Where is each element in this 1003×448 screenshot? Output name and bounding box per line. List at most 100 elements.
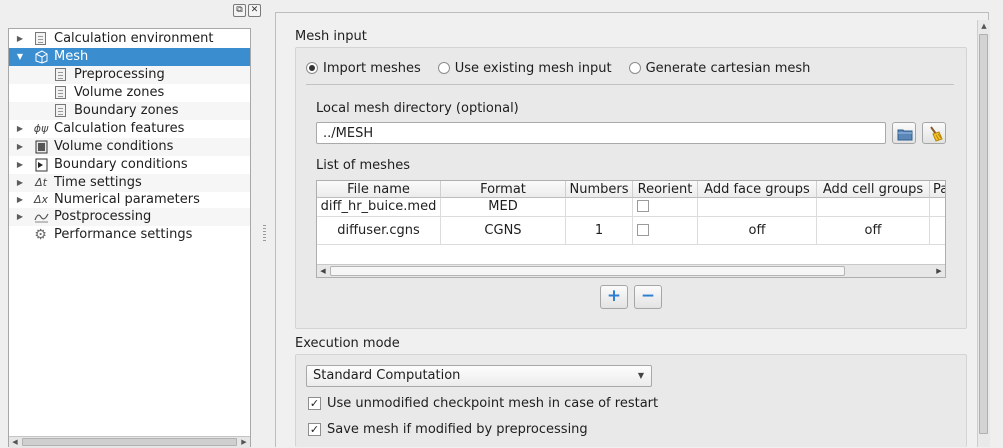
column-header-format[interactable]: Format	[441, 181, 566, 198]
expand-arrow-icon[interactable]: ▶	[15, 208, 25, 226]
tree-item-label: Numerical parameters	[54, 192, 200, 207]
import-meshes-radio[interactable]: Import meshes	[306, 61, 421, 76]
scroll-right-icon[interactable]: ▶	[238, 437, 250, 448]
unmodified-checkpoint-checkbox[interactable]: ✓ Use unmodified checkpoint mesh in case…	[308, 395, 658, 411]
tree-item-mesh[interactable]: ▼ Mesh	[9, 48, 250, 66]
collapse-arrow-icon[interactable]: ▼	[15, 48, 25, 66]
table-cell-format[interactable]: MED	[441, 198, 566, 217]
mesh-cube-icon	[34, 50, 49, 64]
save-mesh-checkbox[interactable]: ✓ Save mesh if modified by preprocessing	[308, 421, 588, 437]
delta-x-icon: Δx	[33, 193, 49, 206]
tree-item-label: Volume zones	[74, 85, 165, 100]
mesh-table: File name Format Numbers Reorient Add fa…	[316, 180, 946, 278]
tree-item-performance-settings[interactable]: ⚙ Performance settings	[9, 226, 250, 244]
column-header-reorient[interactable]: Reorient	[633, 181, 698, 198]
radio-label: Generate cartesian mesh	[645, 60, 811, 76]
tree-item-preprocessing[interactable]: Preprocessing	[9, 66, 250, 84]
panel-vertical-scrollbar[interactable]: ▲	[977, 20, 990, 447]
column-header-add-cell-groups[interactable]: Add cell groups	[817, 181, 930, 198]
tree-item-calculation-features[interactable]: ▶ ϕψ Calculation features	[9, 120, 250, 138]
tree-item-boundary-conditions[interactable]: ▶ Boundary conditions	[9, 156, 250, 174]
expand-arrow-icon[interactable]: ▶	[15, 120, 25, 138]
table-cell-reorient	[633, 198, 698, 217]
column-header-add-face-groups[interactable]: Add face groups	[698, 181, 817, 198]
chevron-down-icon: ▼	[637, 371, 644, 380]
checkmark-icon: ✓	[308, 396, 321, 410]
expand-arrow-icon[interactable]: ▶	[15, 138, 25, 156]
reorient-checkbox[interactable]	[637, 199, 649, 212]
add-mesh-button[interactable]: +	[600, 285, 628, 309]
table-cell-truncated	[930, 217, 945, 245]
table-cell-file[interactable]: diffuser.cgns	[317, 217, 441, 245]
mesh-origin-radio-group: Import meshes Use existing mesh input Ge…	[306, 60, 827, 76]
table-cell-numbers[interactable]	[566, 198, 633, 217]
checkbox-label: Save mesh if modified by preprocessing	[327, 421, 588, 437]
tree-item-postprocessing[interactable]: ▶ Postprocessing	[9, 208, 250, 226]
scroll-left-icon[interactable]: ◀	[317, 265, 329, 277]
table-cell-cell-groups[interactable]	[817, 198, 930, 217]
radio-checked-icon	[306, 62, 318, 74]
checkbox-label: Use unmodified checkpoint mesh in case o…	[327, 395, 659, 411]
reorient-checkbox[interactable]	[637, 223, 649, 236]
radio-unchecked-icon	[437, 62, 450, 74]
generate-cartesian-mesh-radio[interactable]: Generate cartesian mesh	[628, 60, 811, 76]
scrollbar-thumb[interactable]	[979, 34, 988, 434]
boundary-icon	[34, 158, 49, 172]
select-value: Standard Computation	[313, 368, 461, 383]
mesh-directory-input[interactable]	[316, 122, 886, 144]
tree-item-label: Boundary zones	[74, 103, 179, 118]
column-header-truncated[interactable]: Pa	[930, 181, 945, 198]
mesh-input-title: Mesh input	[295, 29, 367, 44]
scroll-left-icon[interactable]: ◀	[9, 437, 21, 448]
curve-icon	[34, 210, 49, 224]
table-cell-file[interactable]: diff_hr_buice.med	[317, 198, 441, 217]
table-cell-face-groups[interactable]	[698, 198, 817, 217]
table-cell-face-groups[interactable]: off	[698, 217, 817, 245]
tree-item-calculation-environment[interactable]: ▶ Calculation environment	[9, 30, 250, 48]
folder-icon	[897, 129, 913, 141]
float-dock-button[interactable]: ⧉	[233, 4, 246, 17]
tree-item-volume-conditions[interactable]: ▶ Volume conditions	[9, 138, 250, 156]
radio-label: Use existing mesh input	[454, 60, 612, 76]
expand-arrow-icon[interactable]: ▶	[15, 30, 25, 48]
tree-horizontal-scrollbar[interactable]: ◀ ▶	[9, 436, 250, 448]
remove-mesh-button[interactable]: −	[634, 285, 662, 309]
execution-mode-select[interactable]: Standard Computation ▼	[306, 365, 652, 387]
tree-item-volume-zones[interactable]: Volume zones	[9, 84, 250, 102]
document-icon	[55, 68, 66, 81]
column-header-file-name[interactable]: File name	[317, 181, 441, 198]
tree-item-label: Postprocessing	[54, 209, 152, 224]
tree-item-label: Calculation environment	[54, 31, 214, 46]
splitter-handle[interactable]	[263, 225, 266, 243]
table-horizontal-scrollbar[interactable]: ◀ ▶	[317, 264, 945, 277]
table-cell-cell-groups[interactable]: off	[817, 217, 930, 245]
volume-icon	[34, 140, 49, 154]
table-cell-format[interactable]: CGNS	[441, 217, 566, 245]
radio-label: Import meshes	[323, 60, 421, 76]
tree-item-numerical-parameters[interactable]: ▶ Δx Numerical parameters	[9, 191, 250, 209]
column-header-numbers[interactable]: Numbers	[566, 181, 633, 198]
document-icon	[55, 104, 66, 117]
clear-directory-button[interactable]	[922, 122, 946, 144]
close-dock-button[interactable]: ✕	[248, 4, 261, 17]
browse-folder-button[interactable]	[892, 122, 916, 144]
tree-item-label: Volume conditions	[54, 139, 174, 154]
tree-item-label: Boundary conditions	[54, 157, 188, 172]
scroll-up-icon[interactable]: ▲	[978, 20, 990, 32]
navigation-tree: ▶ Calculation environment ▼ Mesh Preproc…	[8, 28, 251, 447]
dock-buttons: ⧉ ✕	[233, 4, 261, 17]
expand-arrow-icon[interactable]: ▶	[15, 191, 25, 209]
tree-item-label: Mesh	[54, 49, 89, 64]
expand-arrow-icon[interactable]: ▶	[15, 174, 25, 192]
tree-item-time-settings[interactable]: ▶ Δt Time settings	[9, 174, 250, 192]
tree-item-boundary-zones[interactable]: Boundary zones	[9, 102, 250, 120]
scroll-right-icon[interactable]: ▶	[933, 265, 945, 277]
mesh-directory-label: Local mesh directory (optional)	[316, 101, 519, 116]
expand-arrow-icon[interactable]: ▶	[15, 156, 25, 174]
scrollbar-thumb[interactable]	[22, 438, 237, 446]
scrollbar-thumb[interactable]	[330, 266, 845, 276]
phi-psi-icon: ϕψ	[33, 122, 49, 135]
use-existing-mesh-radio[interactable]: Use existing mesh input	[437, 60, 612, 76]
table-cell-numbers[interactable]: 1	[566, 217, 633, 245]
separator	[306, 84, 954, 85]
